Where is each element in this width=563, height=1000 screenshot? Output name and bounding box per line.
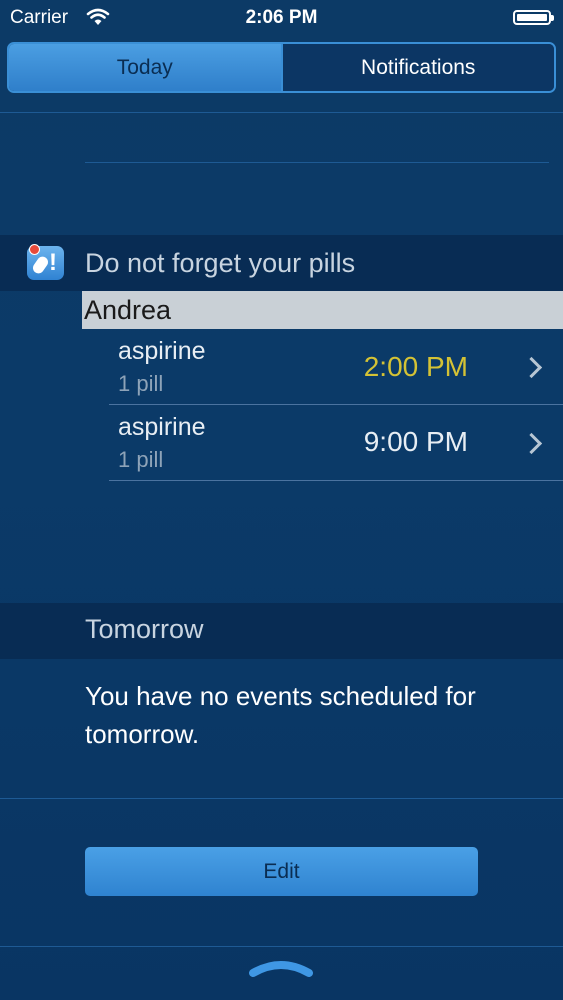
today-notifications-segmented-control: Today Notifications — [7, 42, 556, 93]
edit-button[interactable]: Edit — [85, 847, 478, 896]
tomorrow-title: Tomorrow — [85, 614, 204, 644]
divider — [0, 798, 563, 799]
no-events-message: You have no events scheduled for tomorro… — [85, 681, 476, 749]
pill-app-icon: ! — [27, 244, 64, 280]
status-time: 2:06 PM — [245, 7, 318, 28]
divider — [0, 112, 563, 113]
divider — [85, 162, 549, 163]
row-separator — [109, 404, 563, 405]
medication-quantity: 1 pill — [118, 371, 164, 396]
person-name: Andrea — [84, 295, 172, 325]
row-separator — [109, 480, 563, 481]
tab-today[interactable]: Today — [9, 44, 281, 91]
medication-time: 2:00 PM — [363, 351, 468, 382]
medication-name: aspirine — [118, 413, 206, 441]
medication-time: 9:00 PM — [363, 426, 468, 457]
drag-handle-icon[interactable] — [249, 959, 313, 979]
divider — [0, 946, 563, 947]
battery-icon — [513, 10, 554, 25]
medication-quantity: 1 pill — [118, 447, 164, 472]
medication-name: aspirine — [118, 337, 206, 365]
pills-section-title: Do not forget your pills — [85, 248, 356, 278]
tab-notifications[interactable]: Notifications — [280, 44, 554, 91]
status-bar: Carrier 2:06 PM — [0, 0, 563, 38]
